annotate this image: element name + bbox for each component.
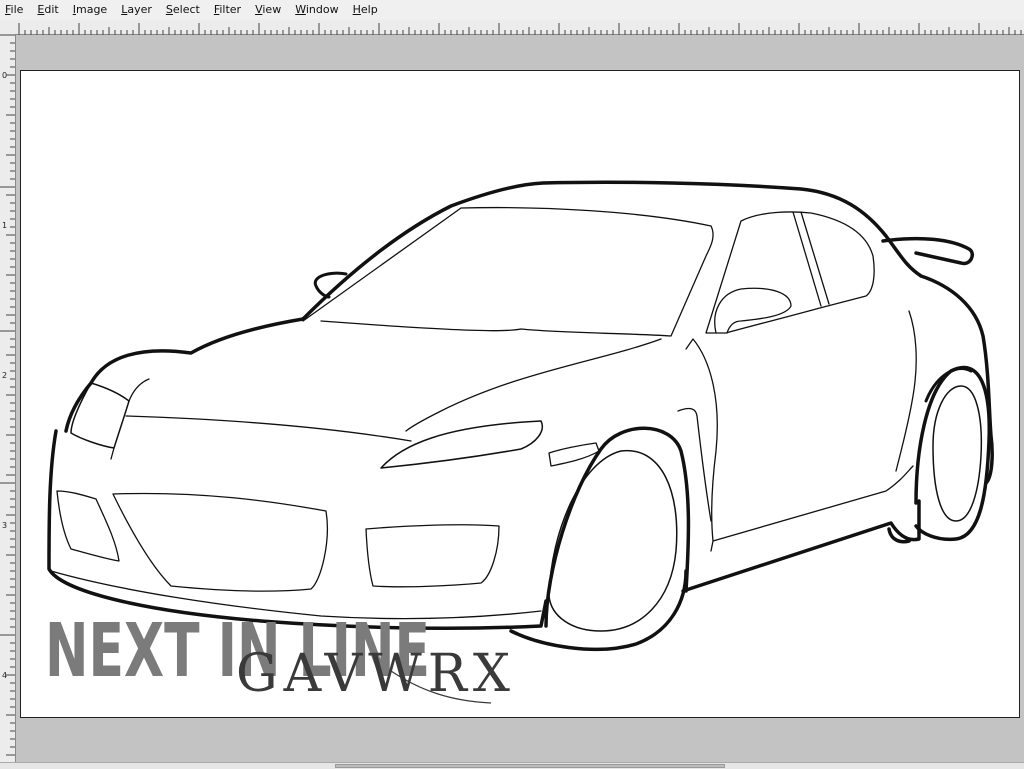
menu-image[interactable]: Image (67, 0, 115, 20)
side-window (705, 211, 875, 334)
rear-wheel-arch (914, 365, 991, 542)
windshield (302, 206, 714, 337)
vruler-label-3: 3 (2, 521, 7, 530)
document-canvas[interactable]: NEXT IN LINE GAVWRX (20, 70, 1020, 718)
headlight-right (380, 420, 543, 469)
hood-crease (405, 338, 662, 432)
menu-bar: File Edit Image Layer Select Filter View… (0, 0, 1024, 21)
menu-help[interactable]: Help (347, 0, 386, 20)
door-detail (677, 310, 917, 522)
menu-window[interactable]: Window (289, 0, 346, 20)
vertical-ruler[interactable]: 0 1 2 3 4 (0, 34, 16, 762)
vruler-label-2: 2 (2, 371, 7, 380)
menu-view[interactable]: View (249, 0, 289, 20)
vertical-ruler-ticks: 0 1 2 3 4 (0, 34, 15, 756)
front-wheel (548, 449, 678, 632)
horizontal-ruler-ticks (18, 23, 1022, 35)
hood-front-edge (125, 415, 412, 442)
horizontal-ruler[interactable] (15, 20, 1024, 35)
menu-edit[interactable]: Edit (31, 0, 66, 20)
left-intake (56, 490, 120, 562)
menu-file[interactable]: File (0, 0, 31, 20)
menu-select[interactable]: Select (160, 0, 208, 20)
rear-wheel (932, 385, 983, 522)
door-line (685, 338, 914, 552)
window-pillar (792, 211, 830, 307)
car-line-art: NEXT IN LINE GAVWRX (45, 180, 994, 704)
headlight-left (70, 382, 130, 449)
ruler-corner (0, 20, 16, 35)
vruler-label-1: 1 (2, 221, 7, 230)
front-fender-line (110, 378, 150, 460)
scrollbar-thumb[interactable] (335, 764, 725, 768)
menu-filter[interactable]: Filter (208, 0, 249, 20)
right-fog (365, 524, 500, 588)
front-grille (112, 492, 328, 592)
car-hood-line (64, 317, 305, 433)
car-roof-line (301, 180, 994, 485)
watermark-brand: GAVWRX (236, 644, 516, 704)
menu-layer[interactable]: Layer (115, 0, 160, 20)
front-wheel-arch (544, 426, 691, 628)
